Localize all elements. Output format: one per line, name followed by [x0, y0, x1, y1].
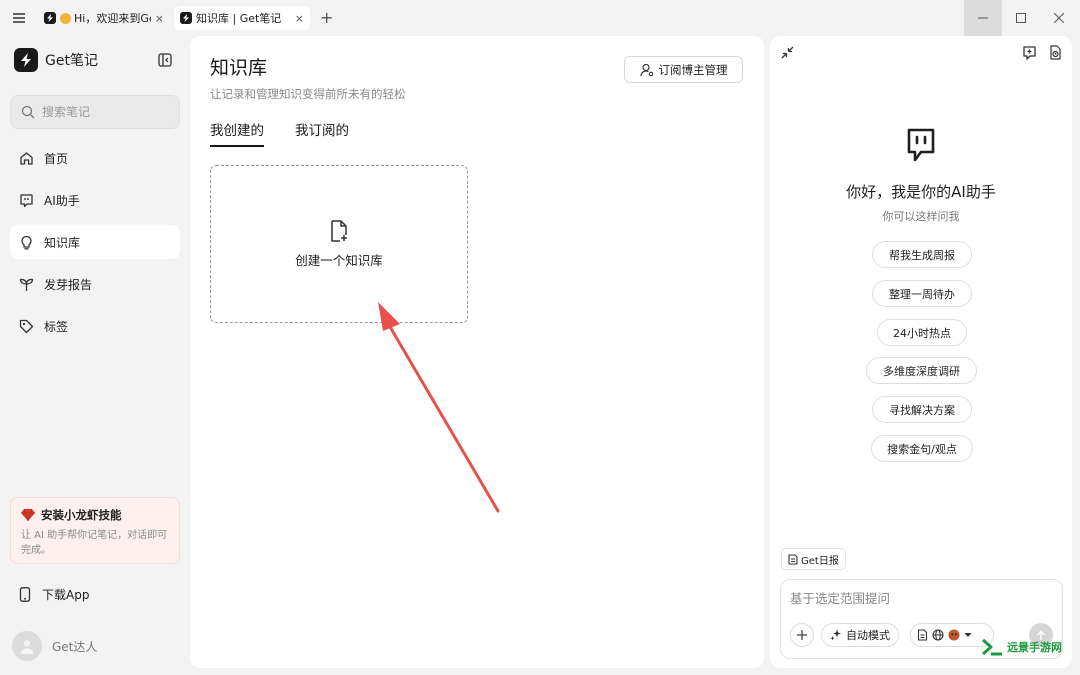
home-icon — [19, 151, 34, 166]
minimize-button[interactable] — [964, 0, 1002, 36]
shrink-icon[interactable] — [781, 46, 794, 59]
browser-tab-knowledge[interactable]: 知识库 | Get笔记 × — [174, 6, 310, 30]
tab-created[interactable]: 我创建的 — [210, 119, 264, 147]
menu-icon[interactable] — [8, 8, 30, 28]
create-knowledge-base-label: 创建一个知识库 — [295, 252, 383, 268]
sidebar: Get笔记 首页 AI助手 知识库 发芽报告 标签 安装小龙虾技能 让 AI 助… — [0, 36, 190, 675]
download-app-label: 下载App — [42, 587, 90, 602]
ai-bot-face-icon — [907, 128, 935, 162]
close-window-button[interactable] — [1040, 0, 1078, 36]
sidebar-item-ai-assistant[interactable]: AI助手 — [10, 183, 180, 217]
new-file-icon — [329, 219, 349, 242]
sidebar-item-label: AI助手 — [44, 193, 80, 208]
sparkle-icon — [830, 629, 842, 641]
document-icon — [917, 629, 928, 641]
suggestion-chip[interactable]: 多维度深度调研 — [866, 357, 977, 384]
daily-report-chip[interactable]: Get日报 — [781, 548, 846, 570]
suggestion-chip[interactable]: 寻找解决方案 — [872, 396, 972, 423]
search-input[interactable] — [42, 105, 162, 119]
ai-greeting: 你好，我是你的AI助手 — [846, 183, 996, 201]
app-logo-icon — [180, 12, 192, 24]
tag-icon — [19, 319, 34, 334]
caret-down-icon — [964, 632, 972, 638]
sidebar-item-label: 标签 — [44, 319, 69, 334]
plus-icon — [797, 630, 807, 640]
browser-tab-welcome[interactable]: Hi，欢迎来到Ge × — [38, 6, 170, 30]
model-avatar-icon — [948, 629, 960, 641]
title-bar: Hi，欢迎来到Ge × 知识库 | Get笔记 × + — [0, 0, 1080, 36]
install-skill-promo[interactable]: 安装小龙虾技能 让 AI 助手帮你记笔记，对话即可完成。 — [10, 497, 180, 564]
app-logo-icon — [44, 12, 56, 24]
suggestion-chip[interactable]: 24小时热点 — [877, 319, 967, 346]
sidebar-item-sprout-report[interactable]: 发芽报告 — [10, 267, 180, 301]
app-name: Get笔记 — [45, 53, 98, 69]
app-logo[interactable]: Get笔记 — [14, 48, 98, 72]
user-name: Get达人 — [52, 639, 98, 654]
lightbulb-icon — [19, 235, 34, 250]
search-icon — [21, 105, 35, 119]
watermark: 远景手游网 — [982, 638, 1062, 656]
watermark-text: 远景手游网 — [1007, 641, 1062, 654]
ai-assistant-panel: 你好，我是你的AI助手 你可以这样问我 帮我生成周报 整理一周待办 24小时热点… — [770, 36, 1072, 668]
new-chat-icon[interactable] — [1022, 45, 1037, 60]
add-attachment-button[interactable] — [790, 623, 814, 647]
kb-tabs: 我创建的 我订阅的 — [210, 119, 380, 147]
sidebar-item-home[interactable]: 首页 — [10, 141, 180, 175]
tab-title: 知识库 | Get笔记 — [196, 12, 282, 25]
sidebar-item-label: 发芽报告 — [44, 277, 93, 292]
tab-close-icon[interactable]: × — [295, 12, 304, 25]
tab-close-icon[interactable]: × — [155, 12, 164, 25]
subscribe-manage-label: 订阅博主管理 — [658, 62, 728, 77]
subscribe-manage-button[interactable]: 订阅博主管理 — [624, 56, 743, 83]
suggestion-chip[interactable]: 整理一周待办 — [872, 280, 972, 307]
download-app-link[interactable]: 下载App — [10, 577, 180, 611]
user-settings-icon — [639, 63, 654, 77]
collapse-sidebar-icon[interactable] — [158, 53, 172, 67]
auto-mode-label: 自动模式 — [846, 629, 890, 642]
wave-emoji-icon — [60, 12, 71, 24]
sprout-icon — [19, 277, 34, 292]
app-logo-icon — [14, 48, 38, 72]
user-profile[interactable]: Get达人 — [12, 631, 97, 661]
suggestion-chip[interactable]: 帮我生成周报 — [872, 241, 972, 268]
maximize-button[interactable] — [1002, 0, 1040, 36]
document-icon — [788, 553, 798, 565]
suggestion-chip[interactable]: 搜索金句/观点 — [871, 435, 973, 462]
sidebar-item-label: 首页 — [44, 151, 69, 166]
sidebar-item-knowledge-base[interactable]: 知识库 — [10, 225, 180, 259]
phone-icon — [19, 586, 31, 602]
chat-input[interactable] — [790, 588, 1050, 610]
auto-mode-button[interactable]: 自动模式 — [821, 623, 899, 647]
page-subtitle: 让记录和管理知识变得前所未有的轻松 — [210, 87, 406, 101]
promo-description: 让 AI 助手帮你记笔记，对话即可完成。 — [21, 530, 168, 556]
daily-report-label: Get日报 — [801, 555, 839, 567]
ai-chat-icon — [19, 193, 34, 208]
lobster-gem-icon — [21, 509, 35, 521]
watermark-logo-icon — [982, 638, 1004, 656]
annotation-arrow — [378, 302, 500, 513]
new-tab-button[interactable]: + — [320, 8, 333, 27]
tab-title: Hi，欢迎来到Ge — [74, 12, 151, 25]
avatar — [12, 631, 42, 661]
promo-title: 安装小龙虾技能 — [41, 508, 122, 522]
search-box[interactable] — [10, 95, 180, 129]
sidebar-item-tags[interactable]: 标签 — [10, 309, 180, 343]
globe-icon — [932, 629, 944, 641]
tab-subscribed[interactable]: 我订阅的 — [295, 119, 349, 147]
ai-hint: 你可以这样问我 — [882, 210, 960, 223]
page-title: 知识库 — [210, 57, 268, 79]
history-icon[interactable] — [1048, 45, 1062, 60]
sidebar-item-label: 知识库 — [44, 235, 81, 250]
